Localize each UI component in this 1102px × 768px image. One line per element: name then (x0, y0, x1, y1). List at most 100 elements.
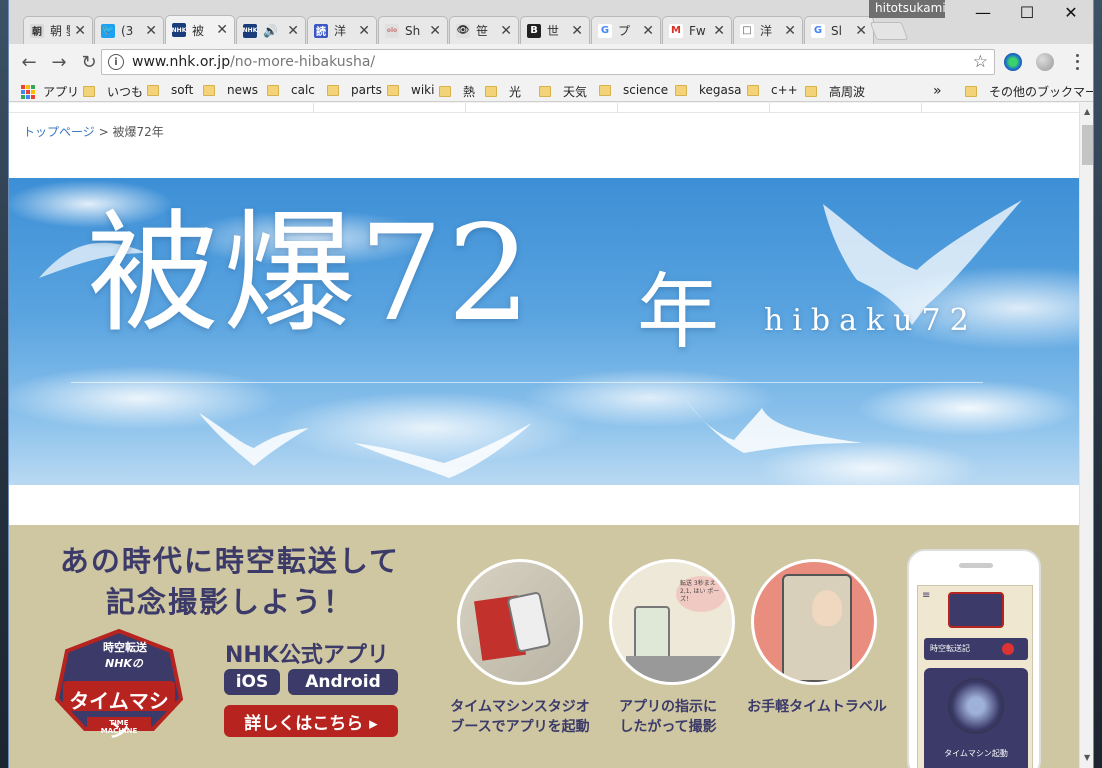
bookmark-item[interactable]: kegasa (675, 83, 741, 97)
bookmark-item[interactable]: news (203, 83, 258, 97)
bookmark-item[interactable]: parts (327, 83, 382, 97)
tab-title: 世 (547, 24, 560, 38)
tab-close-icon[interactable]: ✕ (287, 23, 299, 39)
bookmark-item[interactable]: soft (147, 83, 193, 97)
bookmark-item[interactable]: c++ (747, 83, 798, 97)
back-button[interactable]: ← (15, 48, 43, 76)
logo-top-text: 時空転送 (103, 641, 147, 654)
tab[interactable]: G プ ✕ (591, 16, 661, 44)
phone-screen: ≡ 時空転送記 タイムマシン起動 (917, 585, 1033, 768)
caption-line: したがって撮影 (619, 719, 717, 735)
minimize-button[interactable]: — (961, 0, 1005, 24)
phone-mockup: ≡ 時空転送記 タイムマシン起動 (907, 549, 1041, 768)
browser-window: 朝朝 鑒✕🐦(3✕NHK被✕NHK🔊✕読洋✕oloSh✕👁笹✕B世✕Gプ✕MFw… (8, 0, 1094, 768)
tab-favicon-icon: □ (740, 23, 754, 38)
tab-favicon-icon: G (598, 23, 612, 38)
bookmark-label: kegasa (699, 83, 742, 97)
tab-close-icon[interactable]: ✕ (500, 23, 512, 39)
hamburger-icon: ≡ (922, 590, 931, 601)
time-machine-promo[interactable]: あの時代に時空転送して 記念撮影しよう！ 時空転送 NHKの タイムマシン TI… (9, 525, 1079, 768)
scroll-down-icon[interactable]: ▼ (1084, 753, 1090, 762)
breadcrumb-home-link[interactable]: トップページ (23, 125, 95, 139)
tab-title: Sh (405, 23, 421, 38)
maximize-button[interactable]: ☐ (1005, 0, 1049, 24)
logo-en-text: TIME MACHINE (100, 719, 138, 735)
vertical-scrollbar[interactable]: ▲ ▼ (1079, 103, 1093, 768)
hero-title: 被爆72 (87, 197, 535, 351)
seagull-icon (199, 413, 309, 466)
details-button[interactable]: 詳しくはこちら ▸ (224, 705, 398, 737)
scrollbar-thumb[interactable] (1082, 125, 1093, 165)
folder-icon (387, 84, 399, 96)
tab-close-icon[interactable]: ✕ (571, 23, 583, 39)
breadcrumb-separator: > (98, 125, 109, 139)
ios-button[interactable]: iOS (224, 669, 280, 695)
forward-button[interactable]: → (45, 48, 73, 76)
tab-title: 笹 (476, 24, 489, 38)
browser-menu-icon[interactable] (1071, 52, 1083, 72)
bookmark-item[interactable]: 熱 (439, 83, 475, 100)
seagull-icon (684, 398, 862, 453)
tab-favicon-icon: B (527, 23, 541, 38)
tab-close-icon[interactable]: ✕ (74, 23, 86, 39)
tab-close-icon[interactable]: ✕ (784, 23, 796, 39)
tab-favicon-icon: M (669, 23, 683, 38)
tab-close-icon[interactable]: ✕ (855, 23, 867, 39)
bookmark-other[interactable]: その他のブックマーク (965, 83, 1093, 100)
bookmark-star-icon[interactable]: ☆ (973, 52, 988, 72)
bookmark-apps[interactable]: アプリ (21, 83, 79, 100)
tab[interactable]: 読洋 ✕ (307, 16, 377, 44)
tab-title: (3 (121, 23, 134, 38)
extension-activity-icon[interactable] (1004, 53, 1022, 71)
scroll-up-icon[interactable]: ▲ (1084, 107, 1090, 116)
tab[interactable]: olo Sh ✕ (378, 16, 448, 44)
tab-close-icon[interactable]: ✕ (216, 22, 228, 38)
tab-close-icon[interactable]: ✕ (642, 23, 654, 39)
tab-close-icon[interactable]: ✕ (145, 23, 157, 39)
tab[interactable]: B 世 ✕ (520, 16, 590, 44)
android-button[interactable]: Android (288, 669, 398, 695)
caption-line: アプリの指示に (619, 699, 717, 715)
bookmark-label: calc (291, 83, 315, 97)
speech-bubble: 転送 3秒まえ 2,1, はい ポーズ！ (676, 576, 726, 612)
tab-favicon-icon: 読 (314, 23, 328, 38)
tab[interactable]: NHK 🔊 ✕ (236, 16, 306, 44)
promo-headline-line: 記念撮影しよう！ (105, 585, 354, 619)
extension-globe-icon[interactable] (1036, 53, 1054, 71)
tab[interactable]: M Fw ✕ (662, 16, 732, 44)
tab[interactable]: G Sl ✕ (804, 16, 874, 44)
bookmark-label: 光 (509, 85, 522, 99)
bookmarks-overflow-button[interactable]: » (933, 83, 942, 99)
new-tab-button[interactable] (869, 22, 909, 40)
hero-subtitle: hibaku72 (764, 303, 978, 338)
tab-close-icon[interactable]: ✕ (429, 23, 441, 39)
bookmark-item[interactable]: 光 (485, 83, 521, 100)
caption-line: タイムマシンスタジオ (450, 699, 590, 715)
profile-badge[interactable]: hitotsukami (869, 0, 946, 18)
tab[interactable]: □ 洋 ✕ (733, 16, 803, 44)
bookmark-item[interactable]: 高周波 (805, 83, 865, 100)
folder-icon (267, 84, 279, 96)
address-bar[interactable]: i www.nhk.or.jp/no-more-hibakusha/ ☆ (101, 49, 995, 75)
close-window-button[interactable]: ✕ (1049, 0, 1093, 24)
reload-button[interactable]: ↻ (75, 48, 103, 76)
bookmark-item[interactable]: wiki (387, 83, 434, 97)
tab-close-icon[interactable]: ✕ (713, 23, 725, 39)
folder-icon (485, 86, 497, 97)
folder-icon (203, 84, 215, 96)
step-caption-1: タイムマシンスタジオ ブースでアプリを起動 (445, 697, 595, 737)
tab[interactable]: NHK 被 ✕ (165, 15, 235, 44)
bookmark-item[interactable]: science (599, 83, 668, 97)
tab[interactable]: 👁 笹 ✕ (449, 16, 519, 44)
tab-close-icon[interactable]: ✕ (358, 23, 370, 39)
tab[interactable]: 朝朝 鑒 ✕ (23, 16, 93, 44)
bookmark-item[interactable]: 天気 (539, 83, 587, 100)
folder-icon (539, 86, 551, 97)
site-info-icon[interactable]: i (108, 54, 124, 70)
bookmark-item[interactable]: いつも (83, 83, 143, 100)
bookmark-item[interactable]: calc (267, 83, 315, 97)
folder-icon (965, 86, 977, 97)
tab[interactable]: 🐦 (3 ✕ (94, 16, 164, 44)
folder-icon (327, 84, 339, 96)
tab-title: Fw (689, 23, 706, 38)
